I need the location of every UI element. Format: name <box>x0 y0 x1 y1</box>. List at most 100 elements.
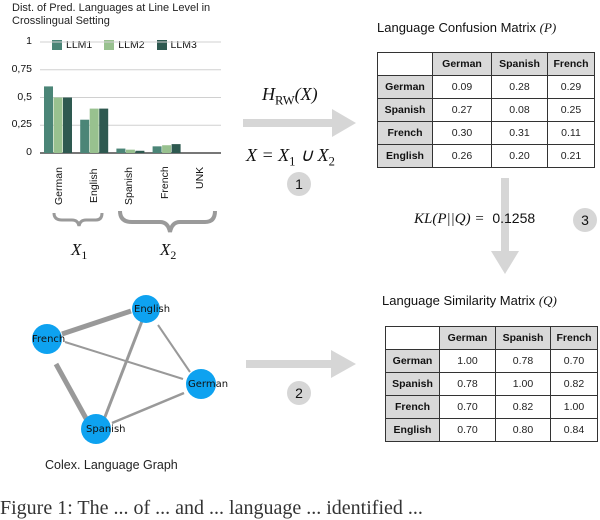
table-cell: 0.20 <box>491 144 548 168</box>
table-row: German 1.00 0.78 0.70 <box>385 349 598 373</box>
node-spanish-label: Spanish <box>86 424 126 435</box>
language-graph: English French German Spanish <box>32 295 228 444</box>
row-header: Spanish <box>385 372 440 396</box>
confusion-matrix-table: German Spanish French German 0.09 0.28 0… <box>377 52 595 168</box>
table-cell: 0.27 <box>432 98 492 122</box>
table-row: German 0.09 0.28 0.29 <box>377 75 595 99</box>
step-badge-2: 2 <box>287 381 311 405</box>
entropy-formula: HRW(X) <box>262 84 318 108</box>
table-row: Spanish 0.78 1.00 0.82 <box>385 372 598 396</box>
table-row: French 0.30 0.31 0.11 <box>377 121 595 145</box>
bar-chart-plot <box>40 41 221 154</box>
row-header: German <box>377 75 433 99</box>
column-header: German <box>439 326 496 350</box>
column-header: German <box>432 52 492 76</box>
table-cell: 0.30 <box>432 121 492 145</box>
bar-german-llm2 <box>53 97 63 153</box>
table-header-row: German Spanish French <box>377 52 595 76</box>
graph-node-spanish: Spanish <box>81 414 126 444</box>
union-formula: X = X1 ∪ X2 <box>246 145 335 169</box>
bar-french-llm1 <box>152 146 162 153</box>
edge-french-german <box>64 341 184 380</box>
graph-edges <box>53 308 191 425</box>
arrow-step1 <box>243 109 356 137</box>
edge-french-spanish <box>53 362 91 424</box>
table-cell: 0.78 <box>495 349 551 373</box>
bar-spanish-llm3 <box>135 150 145 153</box>
table-cell: 0.78 <box>439 372 496 396</box>
graph-node-german: German <box>186 369 228 399</box>
kl-divergence: KL(P||Q) = 0.1258 <box>414 210 535 228</box>
column-header: French <box>547 52 595 76</box>
brace-x2 <box>118 210 217 233</box>
table-cell: 0.28 <box>491 75 548 99</box>
step-badge-1: 1 <box>287 172 311 196</box>
column-header: French <box>550 326 598 350</box>
bar-french-llm3 <box>171 144 181 153</box>
row-header: English <box>377 144 433 168</box>
edge-english-german <box>157 324 191 373</box>
table-cell: 0.82 <box>550 372 598 396</box>
table-cell: 1.00 <box>550 395 598 419</box>
table-row: Spanish 0.27 0.08 0.25 <box>377 98 595 122</box>
x-label-german: German <box>53 167 65 205</box>
table-cell: 0.29 <box>547 75 595 99</box>
table-cell: 0.26 <box>432 144 492 168</box>
step-badge-3: 3 <box>573 208 597 232</box>
edge-french-english <box>61 308 132 337</box>
arrow-step2-shaft <box>246 360 334 368</box>
x-label-unk: UNK <box>194 166 206 189</box>
table-cell: 0.31 <box>491 121 548 145</box>
edge-spanish-german <box>111 391 185 425</box>
node-german-label: German <box>188 379 228 390</box>
brace-x1 <box>52 212 104 227</box>
graph-caption: Colex. Language Graph <box>45 458 178 472</box>
bar-english-llm2 <box>89 108 99 153</box>
table-cell: 0.70 <box>439 395 496 419</box>
arrow-step1-head <box>332 109 356 137</box>
confusion-matrix-title: Language Confusion Matrix (P) <box>377 20 557 35</box>
kl-value: 0.1258 <box>492 210 536 226</box>
table-cell: 0.09 <box>432 75 492 99</box>
similarity-matrix-title: Language Similarity Matrix (Q) <box>382 293 557 308</box>
table-cell: 0.25 <box>547 98 595 122</box>
table-cell: 0.84 <box>550 418 598 442</box>
table-corner <box>385 326 440 350</box>
group-label-x1: X1 <box>71 240 88 263</box>
arrow-step2-head <box>331 350 356 378</box>
edge-english-spanish <box>101 320 144 423</box>
table-row: English 0.70 0.80 0.84 <box>385 418 598 442</box>
similarity-matrix-table: German Spanish French German 1.00 0.78 0… <box>385 326 598 442</box>
table-cell: 1.00 <box>439 349 496 373</box>
bar-spanish-llm1 <box>116 148 126 153</box>
table-cell: 0.11 <box>547 121 595 145</box>
arrow-step3-head <box>491 251 519 274</box>
table-cell: 0.21 <box>547 144 595 168</box>
node-french-label: French <box>32 334 65 345</box>
bar-german-llm1 <box>44 86 53 153</box>
node-english-label: English <box>134 304 170 315</box>
table-cell: 0.70 <box>439 418 496 442</box>
group-braces <box>52 210 217 233</box>
bar-german-llm3 <box>63 97 72 153</box>
bar-french-llm2 <box>162 145 172 153</box>
table-header-row: German Spanish French <box>385 326 598 350</box>
table-row: English 0.26 0.20 0.21 <box>377 144 595 168</box>
x-label-spanish: Spanish <box>123 167 135 205</box>
graph-node-french: French <box>32 324 65 354</box>
kl-formula: KL(P||Q) = <box>414 211 485 227</box>
bar-english-llm1 <box>80 119 90 153</box>
arrow-step2 <box>246 350 356 378</box>
table-cell: 1.00 <box>495 372 551 396</box>
row-header: German <box>385 349 440 373</box>
figure-caption: Figure 1: The ... of ... and ... languag… <box>0 497 423 519</box>
row-header: Spanish <box>377 98 433 122</box>
arrow-step1-shaft <box>243 119 335 127</box>
row-header: English <box>385 418 440 442</box>
arrow-step3 <box>491 178 519 274</box>
table-row: French 0.70 0.82 1.00 <box>385 395 598 419</box>
group-label-x2: X2 <box>160 240 177 263</box>
table-cell: 0.80 <box>495 418 551 442</box>
bar-english-llm3 <box>99 108 109 153</box>
x-label-english: English <box>88 168 100 203</box>
